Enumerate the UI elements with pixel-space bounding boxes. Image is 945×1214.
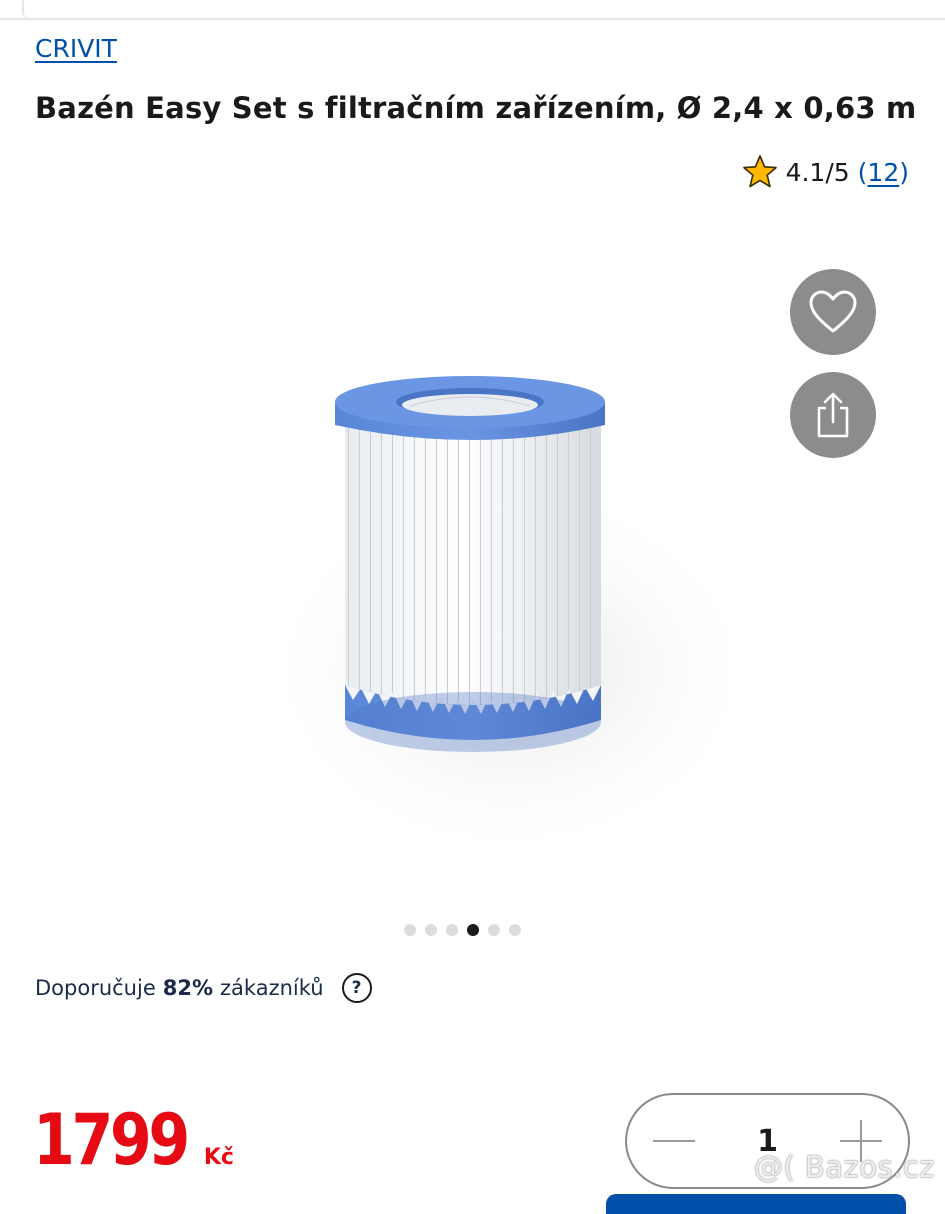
heart-icon	[809, 290, 857, 333]
top-bar	[0, 0, 945, 20]
recommendation-prefix: Doporučuje	[35, 976, 156, 1000]
price-currency: Kč	[203, 1145, 234, 1170]
star-icon	[742, 155, 777, 188]
share-icon	[817, 392, 849, 438]
watermark: @( Bazos.cz	[753, 1150, 935, 1184]
pagination-dot[interactable]	[509, 924, 521, 936]
product-image[interactable]	[250, 340, 750, 860]
brand-link[interactable]: CRIVIT	[35, 34, 117, 63]
pagination-dot[interactable]	[488, 924, 500, 936]
favorite-button[interactable]	[790, 269, 876, 355]
rating-open-paren: (	[857, 157, 868, 187]
share-button[interactable]	[790, 372, 876, 458]
rating-value: 4.1/5	[785, 157, 850, 187]
pagination-dot[interactable]	[404, 924, 416, 936]
image-pagination	[404, 924, 521, 936]
product-title: Bazén Easy Set s filtračním zařízením, Ø…	[35, 91, 917, 125]
review-count-link[interactable]: (12)	[858, 158, 909, 187]
pagination-dot[interactable]	[446, 924, 458, 936]
recommendation: Doporučuje 82% zákazníků ?	[35, 973, 372, 1003]
price-amount: 1799	[33, 1099, 190, 1181]
review-count: 12	[867, 157, 900, 187]
recommendation-suffix: zákazníků	[220, 976, 324, 1000]
rating-close-paren: )	[899, 157, 909, 187]
add-to-cart-button[interactable]	[606, 1194, 906, 1214]
help-icon[interactable]: ?	[341, 973, 372, 1003]
pagination-dot-active[interactable]	[467, 924, 479, 936]
pagination-dot[interactable]	[425, 924, 437, 936]
rating: 4.1/5 (12)	[742, 152, 909, 192]
decrease-button[interactable]	[651, 1118, 697, 1164]
recommendation-percent: 82%	[162, 976, 214, 1000]
price: 1799 Kč	[33, 1100, 234, 1180]
